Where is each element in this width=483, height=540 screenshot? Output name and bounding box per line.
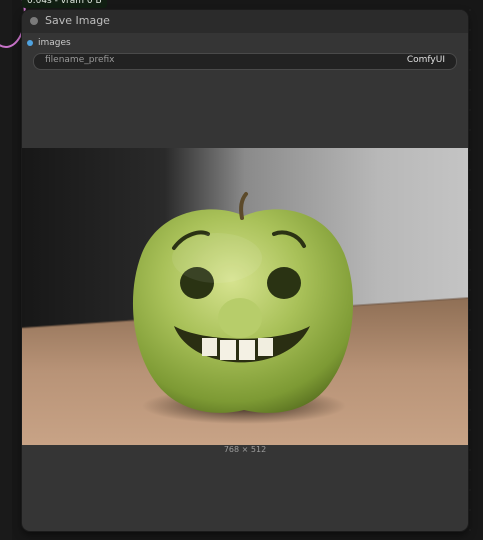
neighbor-node-edge — [0, 0, 12, 540]
node-header[interactable]: Save Image — [22, 10, 468, 33]
save-image-node[interactable]: Save Image images filename_prefix ComfyU… — [22, 10, 468, 531]
image-preview[interactable] — [22, 148, 468, 445]
node-title: Save Image — [45, 14, 110, 27]
execution-time-badge: 0.04s - vram 0 B — [22, 0, 107, 8]
widget-value[interactable]: ComfyUI — [407, 55, 445, 65]
filename-prefix-widget[interactable]: filename_prefix ComfyUI — [33, 53, 457, 70]
widget-name: filename_prefix — [45, 55, 115, 65]
apple-photo — [22, 148, 468, 445]
input-label: images — [38, 38, 71, 48]
input-socket-dot[interactable] — [27, 40, 33, 46]
input-images[interactable]: images — [22, 37, 468, 51]
image-size-caption: 768 × 512 — [223, 445, 267, 454]
node-collapse-dot[interactable] — [30, 17, 38, 25]
